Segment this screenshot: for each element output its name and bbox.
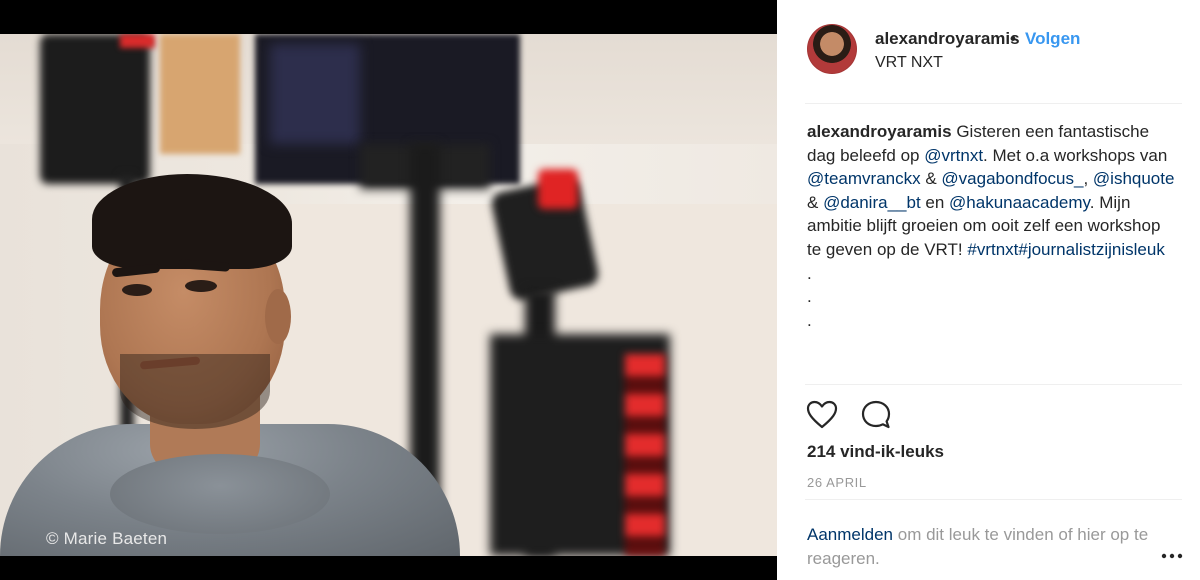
post-side-panel: alexandroyaramis • Volgen VRT NXT alexan… — [777, 0, 1200, 580]
caption-divider — [805, 384, 1182, 385]
photo-person-sweater-knot — [110, 454, 330, 534]
mention-link[interactable]: @danira__bt — [823, 193, 921, 212]
photo-credit: © Marie Baeten — [46, 529, 168, 548]
caption-dot: . — [807, 287, 812, 307]
caption-text: & — [807, 192, 824, 212]
caption-text: en — [920, 192, 950, 212]
header-divider — [805, 103, 1182, 104]
post-photo: © Marie Baeten — [0, 0, 777, 580]
header-username-link[interactable]: alexandroyaramis — [875, 29, 1020, 49]
likes-count[interactable]: 214 vind-ik-leuks — [807, 442, 944, 462]
mention-link[interactable]: @vrtnxt — [924, 146, 983, 165]
login-link[interactable]: Aanmelden — [807, 525, 893, 544]
login-prompt: Aanmelden om dit leuk te vinden of hier … — [807, 523, 1157, 570]
post-date: 26 APRIL — [807, 475, 867, 490]
caption-text: , — [1083, 169, 1093, 189]
photo-studio-light-red — [538, 169, 578, 209]
photo-image — [0, 34, 777, 556]
photo-red-led-strip — [625, 354, 665, 556]
caption-username-link[interactable]: alexandroyaramis — [807, 122, 952, 141]
comment-icon[interactable] — [859, 398, 893, 432]
post-actions — [805, 398, 1005, 432]
photo-light-stand — [40, 34, 150, 184]
photo-wood-post — [160, 34, 240, 154]
photo-person-hair — [92, 174, 292, 269]
more-icon[interactable] — [1160, 548, 1184, 559]
mention-link[interactable]: @teamvranckx — [807, 169, 921, 188]
photo-person-eye — [122, 284, 152, 296]
caption-dot: . — [807, 310, 812, 330]
follow-button[interactable]: Volgen — [1025, 29, 1080, 49]
header-separator: • — [1010, 29, 1016, 48]
post-caption: alexandroyaramis Gisteren een fantastisc… — [807, 120, 1177, 332]
photo-person-eye — [185, 280, 217, 292]
footer-divider — [805, 499, 1182, 500]
heart-icon[interactable] — [805, 398, 839, 432]
photo-monitor-screen — [270, 44, 360, 144]
location-link[interactable]: VRT NXT — [875, 54, 943, 72]
mention-link[interactable]: @vagabondfocus_ — [941, 169, 1083, 188]
post-header: alexandroyaramis • Volgen VRT NXT — [777, 0, 1200, 103]
avatar-ring — [807, 24, 857, 74]
photo-person-ear — [265, 289, 291, 344]
mention-link[interactable]: @ishquote — [1093, 169, 1175, 188]
photo-red-light — [120, 34, 155, 48]
mention-link[interactable]: @hakunaacademy — [949, 193, 1090, 212]
caption-text: & — [920, 169, 942, 189]
caption-dot: . — [807, 263, 812, 283]
hashtag-link[interactable]: #vrtnxt#journalistzijnisleuk — [967, 240, 1164, 259]
caption-text: . Met o.a workshops van — [983, 145, 1168, 165]
